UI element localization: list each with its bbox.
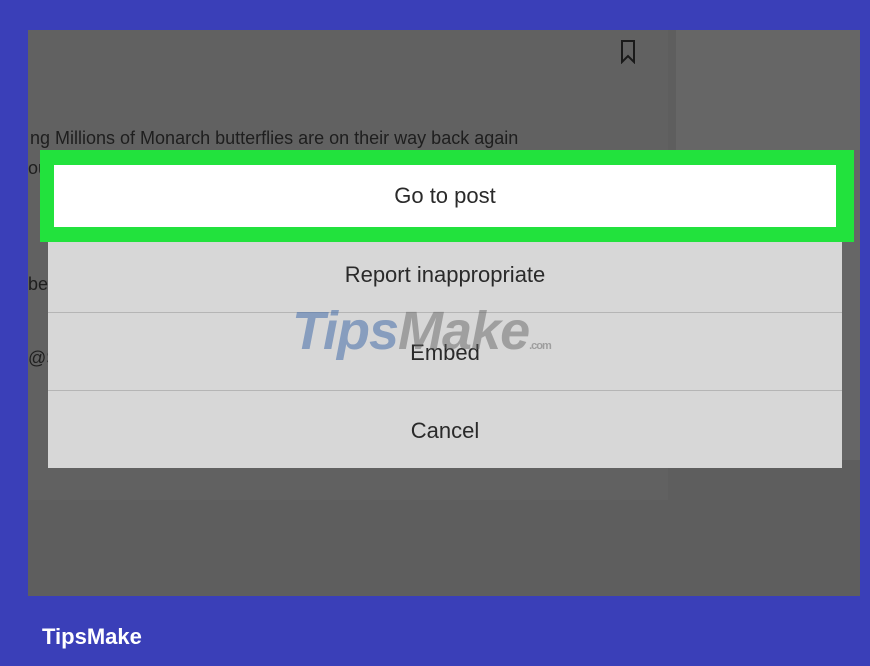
- go-to-post-label: Go to post: [394, 183, 496, 208]
- report-label: Report inappropriate: [344, 262, 546, 287]
- embed-button[interactable]: Embed: [48, 314, 842, 392]
- menu-divider: [48, 390, 842, 391]
- report-inappropriate-button[interactable]: Report inappropriate: [48, 236, 842, 314]
- footer-brand: TipsMake: [42, 624, 142, 649]
- cancel-label: Cancel: [410, 418, 480, 443]
- comment-fragment: be: [28, 274, 49, 294]
- go-to-post-button[interactable]: Go to post: [54, 165, 836, 227]
- post-caption: ng Millions of Monarch butterflies are o…: [30, 128, 519, 148]
- menu-divider: [48, 312, 842, 313]
- bookmark-icon[interactable]: [620, 40, 636, 64]
- cancel-button[interactable]: Cancel: [48, 392, 842, 470]
- embed-label: Embed: [410, 340, 480, 365]
